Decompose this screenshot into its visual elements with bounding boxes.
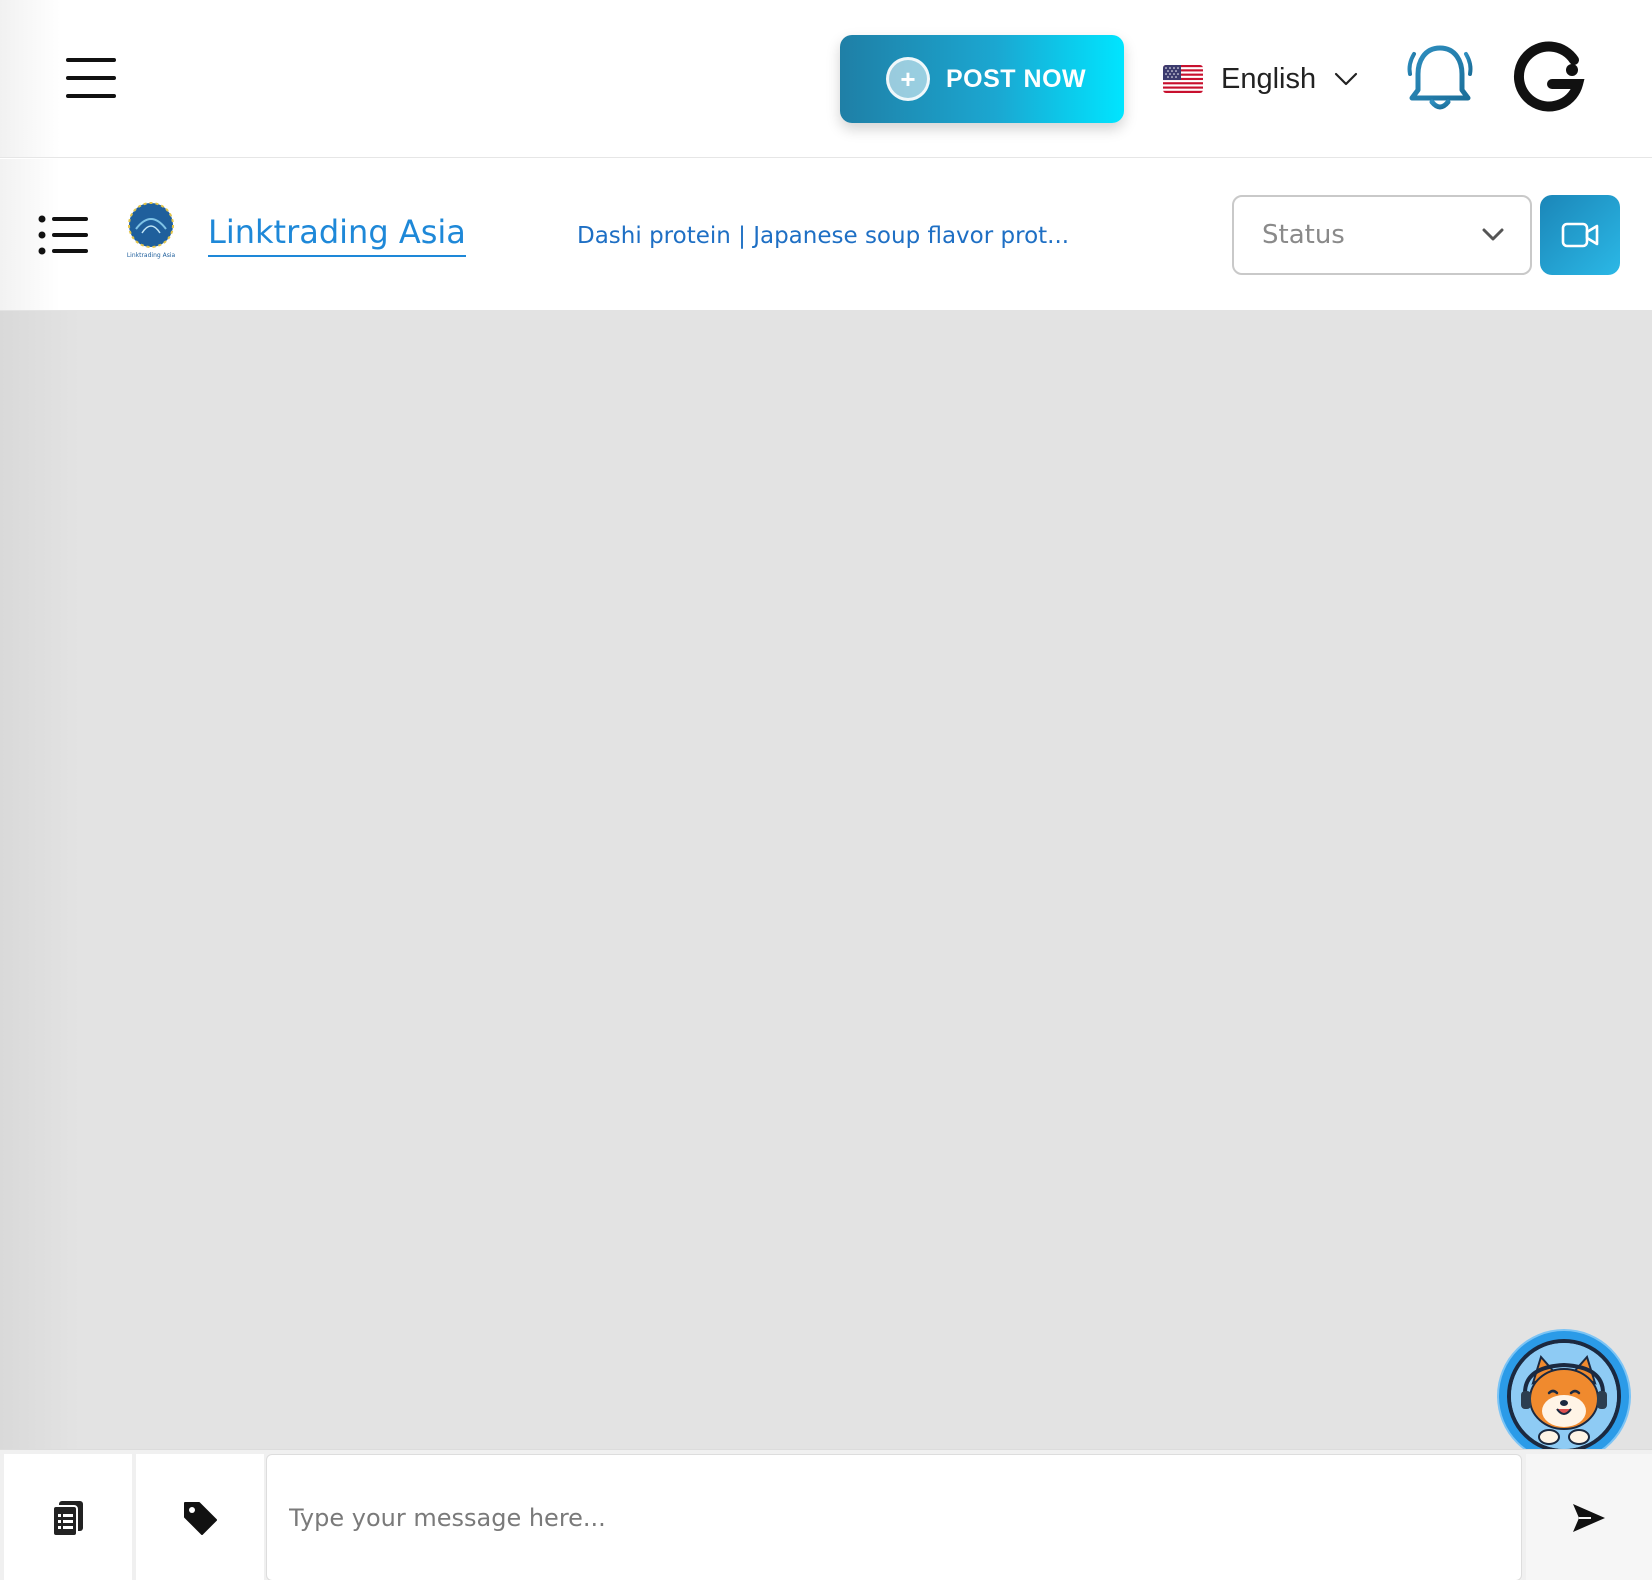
chat-page: + POST NOW English Linktrading Asia Link… xyxy=(0,0,1652,1580)
list-icon[interactable] xyxy=(38,215,90,255)
company-name-link[interactable]: Linktrading Asia xyxy=(208,213,466,257)
status-dropdown[interactable]: Status xyxy=(1232,195,1532,275)
company-logo: Linktrading Asia xyxy=(127,202,176,259)
status-dropdown-value: Status xyxy=(1262,220,1345,250)
menu-icon[interactable] xyxy=(66,58,116,98)
clipboard-list-icon xyxy=(52,1500,83,1537)
send-icon xyxy=(1573,1503,1605,1532)
messages-area[interactable] xyxy=(0,311,1652,1449)
g-logo-icon[interactable] xyxy=(1512,40,1588,116)
bell-icon[interactable] xyxy=(1400,38,1480,118)
video-camera-icon xyxy=(1561,222,1599,248)
chat-header: Linktrading Asia Linktrading Asia Dashi … xyxy=(0,159,1652,311)
plus-circle-icon: + xyxy=(886,57,930,101)
tag-button[interactable] xyxy=(136,1454,264,1580)
post-now-button[interactable]: + POST NOW xyxy=(840,35,1124,123)
video-call-button[interactable] xyxy=(1540,195,1620,275)
message-composer xyxy=(0,1449,1652,1580)
language-label: English xyxy=(1221,62,1317,95)
send-button[interactable] xyxy=(1526,1454,1652,1580)
us-flag-icon xyxy=(1163,65,1203,93)
product-title-link[interactable]: Dashi protein | Japanese soup flavor pro… xyxy=(577,223,1069,249)
shiba-support-avatar xyxy=(1507,1339,1621,1453)
language-selector[interactable]: English xyxy=(1163,52,1358,106)
tag-icon xyxy=(184,1501,217,1535)
chevron-down-icon xyxy=(1482,228,1504,241)
top-navigation-bar: + POST NOW English xyxy=(0,0,1652,158)
message-input[interactable] xyxy=(266,1454,1522,1580)
support-chat-button[interactable] xyxy=(1499,1331,1629,1461)
svg-text:Linktrading Asia: Linktrading Asia xyxy=(127,252,176,259)
quick-replies-button[interactable] xyxy=(4,1454,132,1580)
post-now-label: POST NOW xyxy=(946,64,1087,93)
chevron-down-icon xyxy=(1335,72,1358,86)
